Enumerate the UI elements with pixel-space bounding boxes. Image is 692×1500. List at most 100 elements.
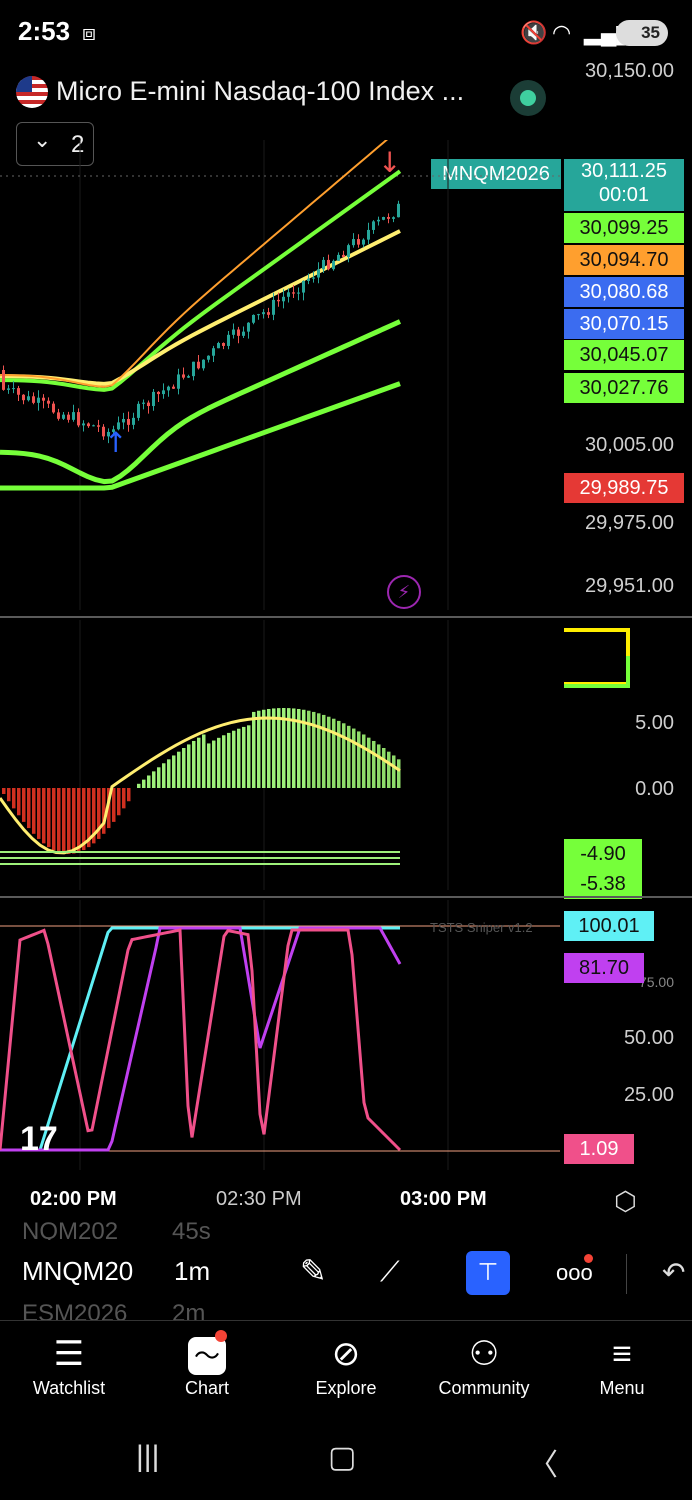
status-time: 2:53 [18,16,71,46]
nav-label: Menu [599,1378,645,1398]
price-chart[interactable]: ↓↑ [0,140,560,610]
market-status-icon[interactable] [510,80,546,116]
candle-body [252,314,255,323]
pane-divider[interactable] [0,616,692,618]
nav-chart[interactable]: 〜 Chart [147,1330,267,1399]
more-icon[interactable]: ooo [556,1260,593,1286]
settings-icon[interactable]: ⬡ [614,1186,637,1217]
histogram-bar [7,788,11,802]
candle-body [172,386,175,389]
candle-body [397,203,400,218]
histogram-bar [392,755,396,788]
histogram-bar [352,728,356,788]
candle-body [187,376,190,378]
candle-body [137,403,140,418]
menu-icon: ≡ [612,1335,632,1373]
trend-line-icon[interactable]: ⟋ [380,1256,400,1289]
histogram-bar [267,708,271,788]
candle-body [287,292,290,297]
nav-divider [0,1320,692,1321]
candle-body [322,259,325,270]
candle-body [27,396,30,401]
histogram-bar [82,788,86,851]
candle-body [282,296,285,302]
histogram-bar [332,718,336,788]
candle-body [272,299,275,315]
candle-body [347,245,350,258]
candle-body [247,322,250,332]
candle-body [67,414,70,420]
osc-label: 75.00 [638,974,674,988]
nav-watchlist[interactable]: ☰ Watchlist [9,1330,129,1399]
histogram-bar [262,709,266,788]
candle-body [17,388,20,395]
symbol-selector[interactable]: MNQM20 [22,1256,133,1287]
candle-body [77,412,80,426]
price-label: 29,951.00 [585,575,674,597]
battery-icon: 35 [616,20,668,46]
nav-menu[interactable]: ≡ Menu [562,1330,682,1399]
histogram-bar [172,755,176,788]
histogram-bar [387,751,391,788]
symbol-title[interactable]: Micro E-mini Nasdaq-100 Index ... [56,76,464,107]
histogram-bar [397,759,401,788]
candle-body [222,343,225,346]
osc-line-pink [0,928,402,1152]
candle-body [327,259,330,270]
histogram-bar [252,711,256,788]
oscillator-chart[interactable] [0,900,560,1170]
recents-button[interactable]: ||| [136,1440,159,1474]
indicator-price-tag: 30,070.15 [564,309,684,339]
histogram-bar [67,788,71,854]
indicators-button[interactable]: ⊤ [466,1251,510,1295]
candle-body [97,425,100,427]
nav-community[interactable]: ⚇ Community [424,1330,544,1399]
last-price-tag: 30,111.25 00:01 [564,159,684,211]
symbol-ghost: ESM2026 [22,1300,128,1320]
histogram-bar [217,737,221,788]
histogram-bar [62,788,66,854]
candle-body [217,343,220,349]
histogram-bar [247,725,251,788]
low-price-tag: 29,989.75 [564,473,684,503]
candle-body [182,374,185,378]
interval-selector[interactable]: 1m [174,1256,210,1287]
histogram-bar [362,734,366,788]
histogram-bar [142,779,146,788]
histogram-bar [242,726,246,788]
histogram-bar [367,737,371,788]
nav-explore[interactable]: ⊘ Explore [286,1330,406,1399]
home-button[interactable]: ▢ [328,1440,356,1475]
histogram-bar [347,725,351,788]
pane-divider[interactable] [0,896,692,898]
indicator-price-tag: 30,080.68 [564,277,684,307]
time-label: 02:00 PM [30,1188,117,1210]
histogram-bar [57,788,61,853]
macd-histogram[interactable] [0,620,560,890]
histogram-bar [37,788,41,839]
candle-body [142,402,145,404]
candle-body [82,423,85,426]
osc-tag: 100.01 [564,911,654,941]
histogram-bar [197,737,201,788]
pencil-icon[interactable]: ✎ [300,1252,327,1290]
candle-body [202,359,205,369]
histogram-bar [207,743,211,788]
undo-icon[interactable]: ↶ [662,1256,685,1289]
macd-tag: -4.90 [564,839,642,869]
back-button[interactable]: 〈 [528,1440,558,1484]
histogram-bar [342,723,346,788]
histogram-bar [167,759,171,788]
sell-arrow-icon: ↓ [378,146,401,179]
candle-body [197,361,200,369]
histogram-bar [122,788,126,809]
screen-record-icon: ⧈ [82,20,96,45]
candle-body [392,217,395,219]
toolbar-divider [626,1254,627,1294]
histogram-bar [372,740,376,788]
histogram-bar [377,744,381,788]
indicator-price-tag: 30,045.07 [564,340,684,370]
histogram-bar [177,751,181,788]
candle-body [352,239,355,246]
candle-body [87,423,90,427]
